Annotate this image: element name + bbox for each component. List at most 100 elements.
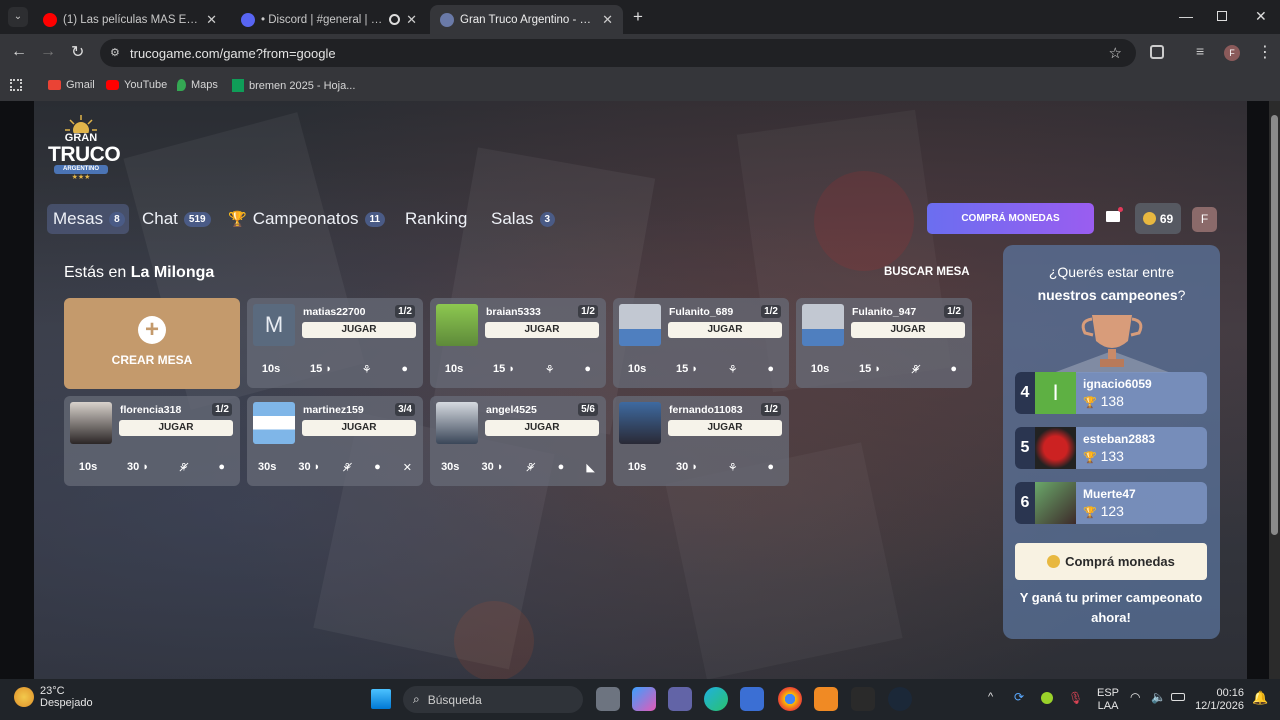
browser-tab[interactable]: (1) Las películas MÁS ESPERADAS ✕ <box>33 5 227 34</box>
tray-chevron-icon[interactable]: ^ <box>988 691 993 703</box>
bookmark-label: YouTube <box>124 79 168 91</box>
battery-icon[interactable] <box>1171 693 1185 701</box>
weather-widget[interactable]: 23°C Despejado <box>14 685 93 709</box>
taskbar-search[interactable]: ⌕ Búsqueda <box>403 686 583 713</box>
tab-search-button[interactable]: ⌄ <box>8 7 28 27</box>
close-icon[interactable]: ✕ <box>406 12 417 28</box>
join-button[interactable]: JUGAR <box>302 322 416 338</box>
join-button[interactable]: JUGAR <box>119 420 233 436</box>
join-button[interactable]: JUGAR <box>668 420 782 436</box>
extensions-icon[interactable] <box>1150 45 1164 59</box>
star-icon[interactable]: ☆ <box>1109 44 1122 62</box>
maps-icon <box>177 79 186 91</box>
table-card[interactable]: florencia318 1/2 JUGAR 10s 30 ◗ ⚘̸ ● <box>64 396 240 486</box>
clock[interactable]: 00:16 12/1/2026 <box>1194 687 1244 713</box>
nav-salas[interactable]: Salas 3 <box>491 209 556 229</box>
table-card[interactable]: Fulanito_947 1/2 JUGAR 10s 15 ◗ ⚘̸ ● <box>796 298 972 388</box>
join-button[interactable]: JUGAR <box>851 322 965 338</box>
address-bar[interactable]: ⚙ trucogame.com/game?from=google ☆ <box>100 39 1136 67</box>
site-info-icon[interactable]: ⚙ <box>110 46 120 59</box>
join-button[interactable]: JUGAR <box>668 322 782 338</box>
table-card[interactable]: M matias22700 1/2 JUGAR 10s 15 ◗ ⚘ ● <box>247 298 423 388</box>
minimize-icon[interactable]: — <box>1179 8 1193 24</box>
chrome-icon[interactable] <box>778 687 802 711</box>
volume-icon[interactable]: 🔈 <box>1151 690 1166 704</box>
scrollbar-thumb[interactable] <box>1271 115 1278 535</box>
notifications-icon[interactable]: 🔔 <box>1252 690 1268 706</box>
join-button[interactable]: JUGAR <box>485 420 599 436</box>
truco-icon <box>440 12 454 27</box>
microphone-icon[interactable]: 🎙 <box>1068 691 1083 705</box>
reload-icon[interactable]: ↻ <box>71 42 84 62</box>
browser-tab[interactable]: • Discord | #general | los co ✕ <box>231 5 427 34</box>
points-target: 15 ◗ <box>493 363 515 375</box>
bookmark-youtube[interactable]: YouTube <box>106 79 167 91</box>
table-card[interactable]: braian5333 1/2 JUGAR 10s 15 ◗ ⚘ ● <box>430 298 606 388</box>
browser-toolbar: ← → ↻ ⚙ trucogame.com/game?from=google ☆… <box>0 34 1280 72</box>
apps-icon[interactable] <box>10 79 22 91</box>
nav-mesas[interactable]: Mesas 8 <box>53 209 125 229</box>
tray-sync-icon[interactable]: ⟳ <box>1014 690 1024 704</box>
table-info: 10s 15 ◗ ⚘ ● <box>430 350 606 388</box>
points-target: 30 ◗ <box>481 461 504 473</box>
teams-icon[interactable] <box>668 687 692 711</box>
table-card[interactable]: angel4525 5/6 JUGAR 30s 30 ◗ ⚘̸ ● ◣ <box>430 396 606 486</box>
maximize-icon[interactable] <box>1217 11 1227 21</box>
close-icon[interactable]: ✕ <box>602 12 613 28</box>
wifi-icon[interactable]: ◠ <box>1130 690 1140 704</box>
rank-points: 🏆 133 <box>1083 448 1124 464</box>
seats-count: 3/4 <box>395 403 415 416</box>
create-table-button[interactable]: + CREAR MESA <box>64 298 240 389</box>
coins-display[interactable]: 69 <box>1135 203 1181 234</box>
browser-tab-active[interactable]: Gran Truco Argentino - Juego C ✕ <box>430 5 623 34</box>
media-icon[interactable]: ≡ <box>1196 43 1204 59</box>
back-icon[interactable]: ← <box>11 43 27 61</box>
close-window-icon[interactable]: ✕ <box>1255 8 1267 25</box>
table-card[interactable]: fernando11083 1/2 JUGAR 10s 30 ◗ ⚘ ● <box>613 396 789 486</box>
bookmark-maps[interactable]: Maps <box>177 79 218 91</box>
chat-icon: ● <box>557 461 565 473</box>
recording-icon <box>389 14 401 25</box>
join-button[interactable]: JUGAR <box>302 420 416 436</box>
ranking-row[interactable]: 4 I ignacio6059 🏆 138 <box>1015 372 1207 414</box>
table-card[interactable]: martinez159 3/4 JUGAR 30s 30 ◗ ⚘̸ ● ✕ <box>247 396 423 486</box>
close-icon[interactable]: ✕ <box>206 12 217 28</box>
mail-icon[interactable] <box>1106 211 1120 222</box>
bookmark-sheet[interactable]: bremen 2025 - Hoja... <box>232 79 355 92</box>
fl-studio-icon[interactable] <box>814 687 838 711</box>
nav-chat[interactable]: Chat 519 <box>142 209 211 229</box>
profile-avatar[interactable]: F <box>1224 45 1240 61</box>
logo-truco: TRUCO <box>48 143 121 166</box>
nav-campeonatos[interactable]: 🏆 Campeonatos 11 <box>228 209 386 229</box>
nav-ranking[interactable]: Ranking <box>405 209 467 229</box>
nav-label: Ranking <box>405 209 468 228</box>
copilot-icon[interactable] <box>632 687 656 711</box>
join-button[interactable]: JUGAR <box>485 322 599 338</box>
search-table-button[interactable]: BUSCAR MESA <box>884 266 970 278</box>
store-icon[interactable] <box>740 687 764 711</box>
steam-icon[interactable] <box>888 687 912 711</box>
menu-icon[interactable]: ⋮ <box>1257 42 1273 62</box>
ranking-row[interactable]: 6 Muerte47 🏆 123 <box>1015 482 1207 524</box>
tray-app-icon[interactable] <box>1041 692 1053 704</box>
ranking-row[interactable]: 5 esteban2883 🏆 133 <box>1015 427 1207 469</box>
page-content: GRAN TRUCO ARGENTINO ★★★ Mesas 8 Chat 51… <box>0 101 1280 679</box>
buy-coins-button[interactable]: COMPRÁ MONEDAS <box>927 203 1094 234</box>
forward-icon[interactable]: → <box>40 43 56 61</box>
player-avatar: M <box>253 304 295 346</box>
trophy-icon: 🏆 <box>1083 507 1097 519</box>
browser-tab-bar: ⌄ (1) Las películas MÁS ESPERADAS ✕ • Di… <box>0 0 1280 34</box>
start-icon[interactable] <box>371 689 391 709</box>
app-logo[interactable]: GRAN TRUCO ARGENTINO ★★★ <box>48 113 121 185</box>
task-view-icon[interactable] <box>596 687 620 711</box>
new-tab-icon[interactable]: + <box>633 7 643 27</box>
table-card[interactable]: Fulanito_689 1/2 JUGAR 10s 15 ◗ ⚘ ● <box>613 298 789 388</box>
bookmark-gmail[interactable]: Gmail <box>48 79 95 91</box>
buy-coins-cta[interactable]: Comprá monedas <box>1015 543 1207 580</box>
edge-icon[interactable] <box>704 687 728 711</box>
user-avatar[interactable]: F <box>1192 207 1217 232</box>
epic-games-icon[interactable] <box>851 687 875 711</box>
scrollbar[interactable] <box>1269 101 1280 679</box>
language-indicator[interactable]: ESP LAA <box>1097 687 1119 713</box>
logo-stars: ★★★ <box>71 174 91 181</box>
